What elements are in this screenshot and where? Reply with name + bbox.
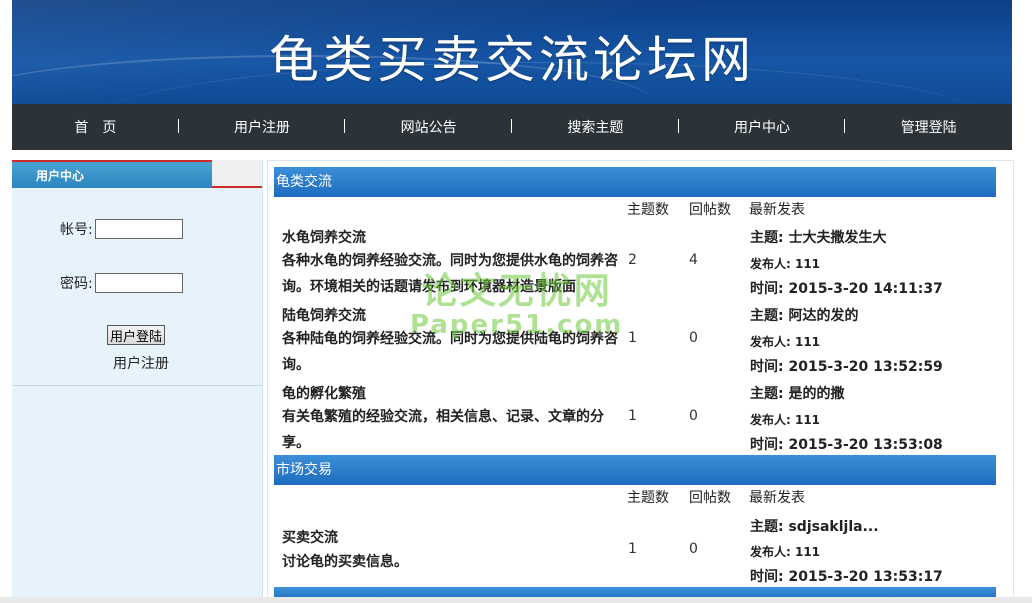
latest-post-time: 时间: 2015-3-20 14:11:37	[750, 281, 943, 297]
forum-description: 讨论龟的买卖信息。	[282, 554, 408, 570]
main-nav: 首 页 用户注册 网站公告 搜索主题 用户中心 管理登陆	[12, 104, 1012, 150]
forum-description: 有关龟繁殖的经验交流，相关信息、记录、文章的分享。	[282, 409, 604, 451]
forum-topic-count: 1	[628, 541, 637, 557]
forum-title[interactable]: 龟的孵化繁殖	[282, 383, 366, 403]
latest-post-time: 时间: 2015-3-20 13:53:17	[750, 569, 943, 585]
forum-reply-count: 0	[689, 541, 698, 557]
forum-description: 各种水龟的饲养经验交流。同时为您提供水龟的饲养咨询。环境相关的话题请发布到环境器…	[282, 253, 618, 295]
account-row: 帐号:	[60, 219, 183, 239]
latest-post-author: 发布人: 111	[750, 257, 821, 271]
latest-post-time: 时间: 2015-3-20 13:53:08	[750, 437, 943, 453]
column-replies: 回帖数	[689, 490, 731, 506]
forum-topic-count: 1	[628, 408, 637, 424]
register-link[interactable]: 用户注册	[113, 353, 169, 373]
nav-admin-login[interactable]: 管理登陆	[845, 117, 1012, 137]
latest-post-author: 发布人: 111	[750, 335, 821, 349]
sidebar-header: 用户中心	[12, 160, 212, 188]
site-title: 龟类买卖交流论坛网	[269, 31, 755, 89]
latest-post-topic[interactable]: 主题: 是的的撒	[750, 383, 844, 403]
column-replies: 回帖数	[689, 202, 731, 218]
section-header[interactable]: 龟类交流	[274, 167, 996, 197]
latest-post-author: 发布人: 111	[750, 545, 821, 559]
column-topics: 主题数	[627, 490, 669, 506]
forum-topic-count: 1	[628, 330, 637, 346]
forum-topic-count: 2	[628, 252, 637, 268]
forum-reply-count: 0	[689, 330, 698, 346]
latest-post-time: 时间: 2015-3-20 13:52:59	[750, 359, 943, 375]
nav-search[interactable]: 搜索主题	[512, 117, 679, 137]
sidebar-divider	[12, 385, 262, 386]
forum-title[interactable]: 水龟饲养交流	[282, 227, 366, 247]
site-banner: 龟类买卖交流论坛网	[12, 0, 1012, 104]
nav-register[interactable]: 用户注册	[179, 117, 346, 137]
password-input[interactable]	[94, 273, 183, 293]
account-label: 帐号:	[60, 222, 93, 238]
forum-description: 各种陆龟的饲养经验交流。同时为您提供陆龟的饲养咨询。	[282, 331, 618, 373]
account-input[interactable]	[94, 219, 183, 239]
latest-post-author: 发布人: 111	[750, 413, 821, 427]
latest-post-topic[interactable]: 主题: 阿达的发的	[750, 305, 858, 325]
forum-title[interactable]: 买卖交流	[282, 527, 338, 547]
latest-post-topic[interactable]: 主题: 士大夫撒发生大	[750, 227, 886, 247]
column-latest: 最新发表	[749, 490, 805, 506]
password-label: 密码:	[60, 276, 93, 292]
column-topics: 主题数	[627, 202, 669, 218]
sidebar-header-tail	[212, 160, 262, 188]
login-button[interactable]: 用户登陆	[107, 325, 165, 345]
latest-post-topic[interactable]: 主题: sdjsakljla...	[750, 516, 879, 536]
nav-home[interactable]: 首 页	[12, 117, 179, 137]
forum-reply-count: 4	[689, 252, 698, 268]
password-row: 密码:	[60, 273, 183, 293]
forum-board: 龟类交流 主题数 回帖数 最新发表 水龟饲养交流 各种水龟的饲养经验交流。同时为…	[267, 160, 1014, 602]
forum-reply-count: 0	[689, 408, 698, 424]
nav-user-center[interactable]: 用户中心	[679, 117, 846, 137]
nav-announcements[interactable]: 网站公告	[345, 117, 512, 137]
sidebar: 用户中心 帐号: 密码: 用户登陆 用户注册	[12, 160, 263, 600]
column-latest: 最新发表	[749, 202, 805, 218]
forum-title[interactable]: 陆龟饲养交流	[282, 305, 366, 325]
section-header[interactable]: 市场交易	[274, 455, 996, 485]
horizontal-scrollbar[interactable]	[0, 597, 1032, 603]
